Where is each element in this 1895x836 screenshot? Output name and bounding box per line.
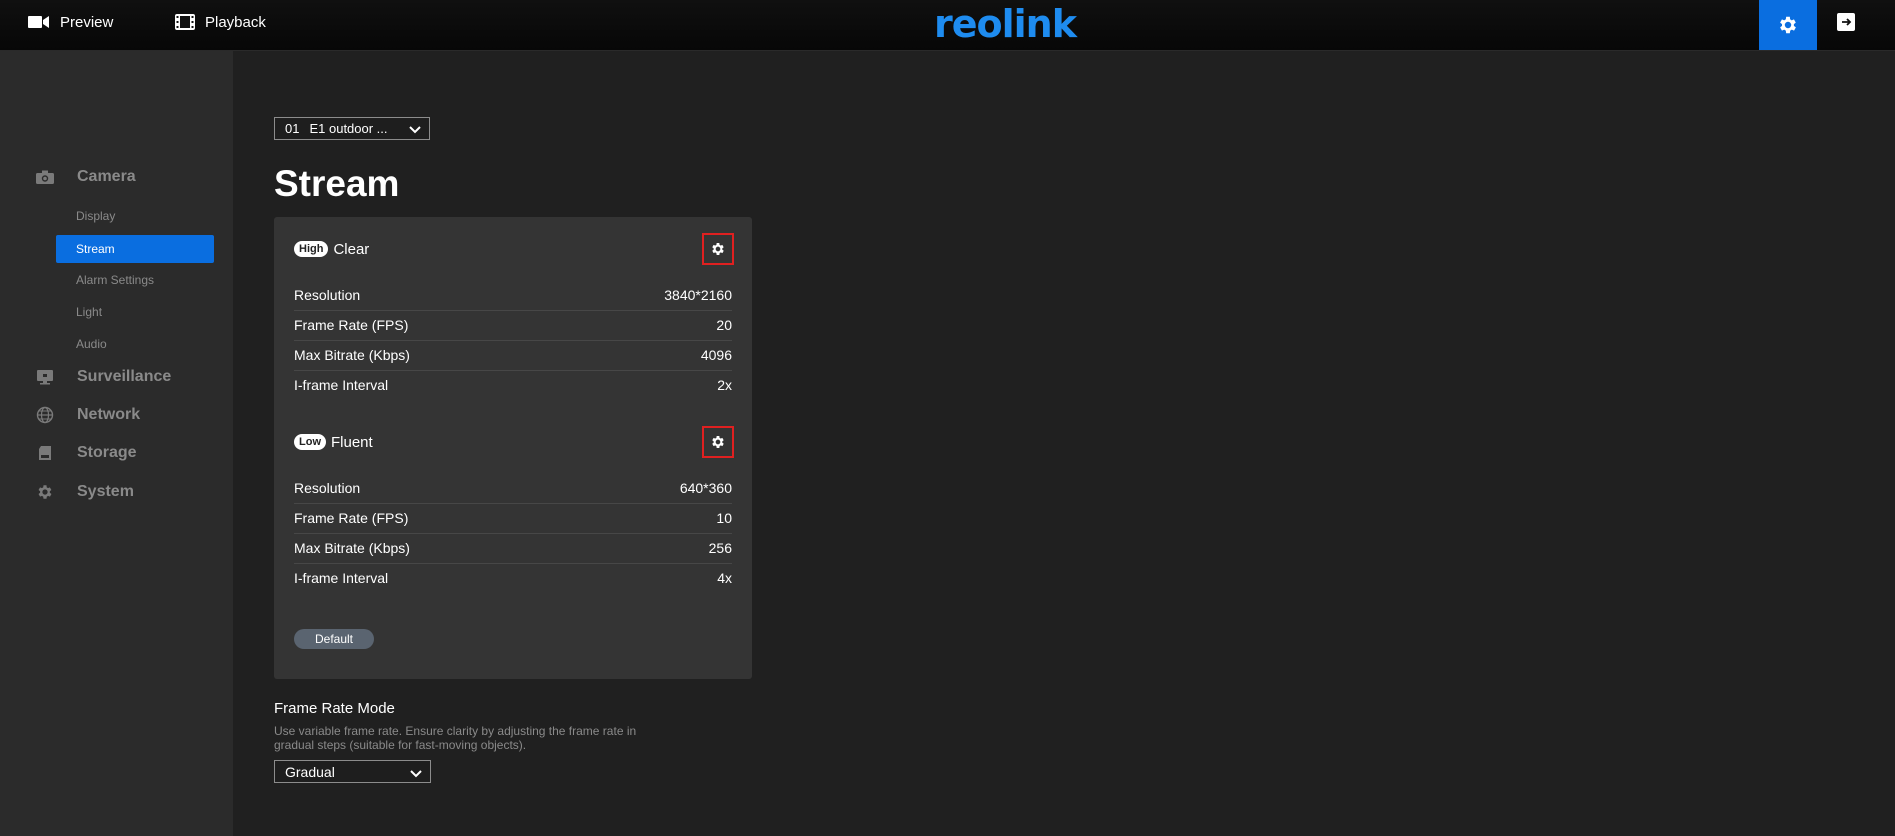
row-label: I-frame Interval <box>294 570 389 586</box>
sidebar-group-label: Camera <box>77 168 136 185</box>
clear-stream-settings-button[interactable] <box>702 233 734 265</box>
default-button[interactable]: Default <box>294 629 374 649</box>
top-bar: Preview Playback reolink <box>0 0 1895 51</box>
table-row: I-frame Interval 2x <box>294 370 732 400</box>
sd-card-icon <box>35 443 55 463</box>
nav-playback[interactable]: Playback <box>175 0 266 44</box>
row-label: I-frame Interval <box>294 377 389 393</box>
row-label: Frame Rate (FPS) <box>294 317 409 333</box>
frame-rate-mode-label: Frame Rate Mode <box>274 700 395 717</box>
sidebar-item-stream[interactable]: Stream <box>56 235 214 263</box>
sidebar-group-label: System <box>77 483 134 500</box>
row-label: Max Bitrate (Kbps) <box>294 347 410 363</box>
page-title: Stream <box>274 163 400 204</box>
sidebar-group-camera[interactable]: Camera <box>35 167 136 187</box>
table-row: Max Bitrate (Kbps) 4096 <box>294 340 732 371</box>
fluent-stream-settings-button[interactable] <box>702 426 734 458</box>
row-label: Frame Rate (FPS) <box>294 510 409 526</box>
globe-icon <box>35 405 55 425</box>
sidebar-group-label: Network <box>77 406 141 423</box>
frame-rate-mode-value: Gradual <box>285 763 335 780</box>
sidebar-item-light[interactable]: Light <box>56 298 214 326</box>
camera-icon <box>35 167 55 187</box>
nav-preview[interactable]: Preview <box>28 0 113 44</box>
nav-preview-label: Preview <box>60 13 114 31</box>
chevron-down-icon <box>409 123 421 138</box>
sidebar-item-audio[interactable]: Audio <box>56 330 214 358</box>
row-value: 20 <box>716 317 732 333</box>
channel-name: E1 outdoor ... <box>309 121 388 136</box>
stream-badge-low: Low <box>294 434 326 450</box>
row-value: 4x <box>717 570 732 586</box>
table-row: I-frame Interval 4x <box>294 563 732 593</box>
gear-icon <box>1780 16 1796 34</box>
row-value: 4096 <box>700 347 732 363</box>
table-row: Frame Rate (FPS) 10 <box>294 503 732 534</box>
table-row: Max Bitrate (Kbps) 256 <box>294 533 732 564</box>
row-value: 640*360 <box>679 480 732 496</box>
chevron-down-icon <box>410 766 422 782</box>
table-row: Resolution 3840*2160 <box>294 280 732 311</box>
sidebar-item-display[interactable]: Display <box>56 202 214 230</box>
frame-rate-mode-description: Use variable frame rate. Ensure clarity … <box>274 724 637 752</box>
row-label: Resolution <box>294 287 361 303</box>
stream-header-clear: High Clear <box>294 236 734 262</box>
row-value: 3840*2160 <box>664 287 732 303</box>
stream-name-clear: Clear <box>333 240 370 258</box>
row-label: Resolution <box>294 480 361 496</box>
sidebar-group-surveillance[interactable]: Surveillance <box>35 367 171 387</box>
sidebar-item-alarm-settings[interactable]: Alarm Settings <box>56 266 214 294</box>
nav-playback-label: Playback <box>205 13 266 31</box>
gear-icon <box>712 436 724 448</box>
video-camera-icon <box>28 15 50 29</box>
stream-name-fluent: Fluent <box>331 433 373 451</box>
stream-card: High Clear Resolution 3840*2160 Frame Ra… <box>274 217 752 679</box>
logout-icon <box>1837 13 1855 31</box>
row-label: Max Bitrate (Kbps) <box>294 540 410 556</box>
gear-icon <box>712 243 724 255</box>
logout-button[interactable] <box>1834 10 1858 34</box>
stream-badge-high: High <box>294 241 329 257</box>
channel-select[interactable]: 01 E1 outdoor ... <box>274 117 430 140</box>
gear-icon <box>35 482 55 502</box>
table-row: Resolution 640*360 <box>294 473 732 504</box>
reolink-logo: reolink <box>934 2 1077 46</box>
sidebar-group-label: Storage <box>77 444 137 461</box>
row-value: 2x <box>717 377 732 393</box>
frame-rate-mode-select[interactable]: Gradual <box>274 760 431 783</box>
sidebar-group-system[interactable]: System <box>35 482 134 502</box>
row-value: 256 <box>708 540 732 556</box>
settings-button[interactable] <box>1759 0 1817 50</box>
sidebar-group-network[interactable]: Network <box>35 405 140 425</box>
row-value: 10 <box>716 510 732 526</box>
channel-number: 01 <box>285 121 300 136</box>
sidebar-group-storage[interactable]: Storage <box>35 443 137 463</box>
stream-header-fluent: Low Fluent <box>294 429 734 455</box>
film-icon <box>175 14 195 30</box>
monitor-icon <box>35 367 55 387</box>
table-row: Frame Rate (FPS) 20 <box>294 310 732 341</box>
sidebar-group-label: Surveillance <box>77 368 172 385</box>
